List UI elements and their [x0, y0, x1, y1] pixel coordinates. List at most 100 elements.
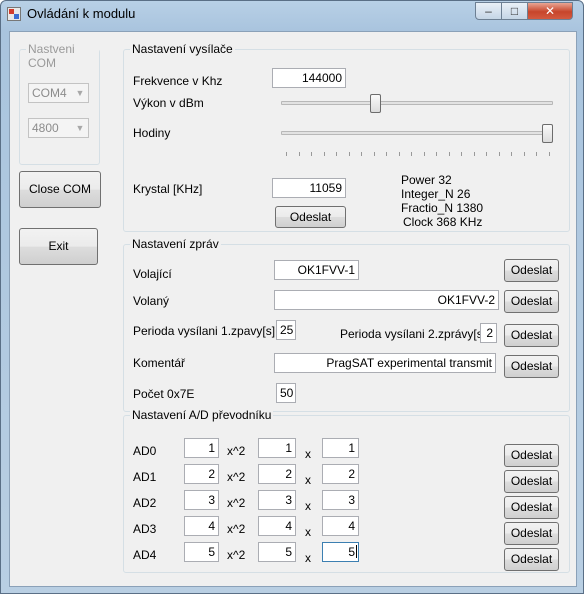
- slider-tick: [523, 152, 525, 156]
- ad-x-label: x: [305, 499, 311, 513]
- comment-label: Komentář: [133, 356, 186, 370]
- clock-slider-track[interactable]: [281, 131, 553, 135]
- ad-x2-label: x^2: [227, 522, 246, 536]
- slider-tick: [473, 152, 475, 156]
- window-title: Ovládání k modulu: [27, 6, 136, 21]
- info-fraction-n: Fractio_N 1380: [401, 201, 484, 215]
- caller-input[interactable]: OK1FVV-1: [274, 260, 359, 280]
- ad-x2-label: x^2: [227, 470, 246, 484]
- close-com-button[interactable]: Close COM: [19, 171, 101, 208]
- crystal-label: Krystal [KHz]: [133, 182, 203, 196]
- ad-offset-input[interactable]: 1: [322, 438, 359, 458]
- ad-offset-input[interactable]: 3: [322, 490, 359, 510]
- slider-tick: [548, 152, 550, 156]
- period1-input[interactable]: 25: [276, 320, 296, 340]
- ad-send-button[interactable]: Odeslat: [504, 548, 559, 571]
- ad-row-label: AD3: [133, 522, 157, 536]
- slider-tick: [336, 152, 337, 156]
- minimize-button[interactable]: –: [475, 2, 502, 20]
- period2-input[interactable]: 2: [480, 323, 497, 343]
- maximize-button[interactable]: □: [501, 2, 528, 20]
- app-window: Ovládání k modulu – □ ✕ Nastveni COM COM…: [0, 0, 584, 594]
- com-port-select[interactable]: COM4 ▼: [28, 83, 89, 103]
- chevron-down-icon: ▼: [75, 123, 85, 133]
- slider-tick: [298, 152, 300, 156]
- baud-rate-select[interactable]: 4800 ▼: [28, 118, 89, 138]
- slider-tick: [498, 152, 500, 156]
- slider-tick: [423, 152, 425, 156]
- baud-rate-value: 4800: [32, 121, 59, 135]
- ad-offset-input[interactable]: 5: [322, 542, 359, 562]
- called-input[interactable]: OK1FVV-2: [274, 290, 499, 310]
- ad-coef-x2-input[interactable]: 5: [184, 542, 219, 562]
- ad-offset-input[interactable]: 4: [322, 516, 359, 536]
- transmitter-group-title: Nastavení vysílače: [130, 42, 235, 56]
- messages-settings-group: Nastavení zpráv Volající OK1FVV-1 Odesla…: [123, 237, 570, 412]
- period1-label: Perioda vysílani 1.zpavy[s]: [133, 324, 276, 338]
- slider-tick: [373, 152, 375, 156]
- slider-tick: [411, 152, 412, 156]
- ad-x-label: x: [305, 525, 311, 539]
- ad-x2-label: x^2: [227, 444, 246, 458]
- close-window-button[interactable]: ✕: [527, 2, 573, 20]
- ad-coef-x2-input[interactable]: 1: [184, 438, 219, 458]
- slider-tick: [386, 152, 387, 156]
- com-port-value: COM4: [32, 86, 67, 100]
- slider-tick: [436, 152, 437, 156]
- ad-coef-x2-input[interactable]: 3: [184, 490, 219, 510]
- slider-tick: [448, 152, 450, 156]
- title-bar[interactable]: Ovládání k modulu – □ ✕: [1, 1, 583, 27]
- period-send-button[interactable]: Odeslat: [504, 324, 559, 347]
- caller-label: Volající: [133, 267, 172, 281]
- slider-tick: [361, 152, 362, 156]
- comment-send-button[interactable]: Odeslat: [504, 355, 559, 378]
- info-power: Power 32: [401, 173, 452, 187]
- ad-coef-x-input[interactable]: 2: [258, 464, 296, 484]
- slider-tick: [286, 152, 287, 156]
- comment-input[interactable]: PragSAT experimental transmit: [274, 353, 496, 373]
- exit-button[interactable]: Exit: [19, 228, 98, 265]
- slider-tick: [461, 152, 462, 156]
- called-label: Volaný: [133, 294, 170, 308]
- clock-label: Hodiny: [133, 126, 171, 140]
- ad-coef-x-input[interactable]: 5: [258, 542, 296, 562]
- ad-coef-x-input[interactable]: 4: [258, 516, 296, 536]
- ad-send-button[interactable]: Odeslat: [504, 522, 559, 545]
- frequency-input[interactable]: 144000: [272, 68, 346, 88]
- chevron-down-icon: ▼: [75, 88, 85, 98]
- ad-converter-group: Nastavení A/D převodníku AD0 1 x^2 1 x 1 Odesl…: [123, 408, 570, 573]
- ad-offset-input[interactable]: 2: [322, 464, 359, 484]
- slider-tick: [486, 152, 487, 156]
- clock-slider-thumb[interactable]: [542, 124, 553, 143]
- ad-coef-x-input[interactable]: 1: [258, 438, 296, 458]
- ad-send-button[interactable]: Odeslat: [504, 496, 559, 519]
- ad-row-label: AD1: [133, 470, 157, 484]
- period2-label: Perioda vysílani 2.zprávy[s]: [340, 327, 487, 341]
- caller-send-button[interactable]: Odeslat: [504, 259, 559, 282]
- ad-send-button[interactable]: Odeslat: [504, 444, 559, 467]
- ad-coef-x2-input[interactable]: 2: [184, 464, 219, 484]
- info-clock: Clock 368 KHz: [403, 215, 483, 229]
- ad-row-label: AD4: [133, 548, 157, 562]
- slider-tick: [348, 152, 350, 156]
- com-settings-group: Nastveni COM COM4 ▼ 4800 ▼: [19, 42, 100, 165]
- ad-x2-label: x^2: [227, 548, 246, 562]
- ad-coef-x2-input[interactable]: 4: [184, 516, 219, 536]
- ad-coef-x-input[interactable]: 3: [258, 490, 296, 510]
- slider-tick: [511, 152, 512, 156]
- messages-group-title: Nastavení zpráv: [130, 237, 221, 251]
- called-send-button[interactable]: Odeslat: [504, 290, 559, 313]
- transmitter-send-button[interactable]: Odeslat: [275, 206, 346, 228]
- ad-x-label: x: [305, 473, 311, 487]
- crystal-input[interactable]: 11059: [272, 178, 346, 198]
- count-input[interactable]: 50: [276, 383, 296, 403]
- slider-tick: [398, 152, 400, 156]
- power-slider-thumb[interactable]: [369, 94, 381, 113]
- form-client-area: Nastveni COM COM4 ▼ 4800 ▼ Close COM Exi…: [9, 31, 577, 587]
- ad-row-label: AD0: [133, 444, 157, 458]
- ad-send-button[interactable]: Odeslat: [504, 470, 559, 493]
- power-label: Výkon v dBm: [133, 96, 204, 110]
- ad-x-label: x: [305, 551, 311, 565]
- power-slider-track[interactable]: [281, 101, 553, 105]
- ad-row-label: AD2: [133, 496, 157, 510]
